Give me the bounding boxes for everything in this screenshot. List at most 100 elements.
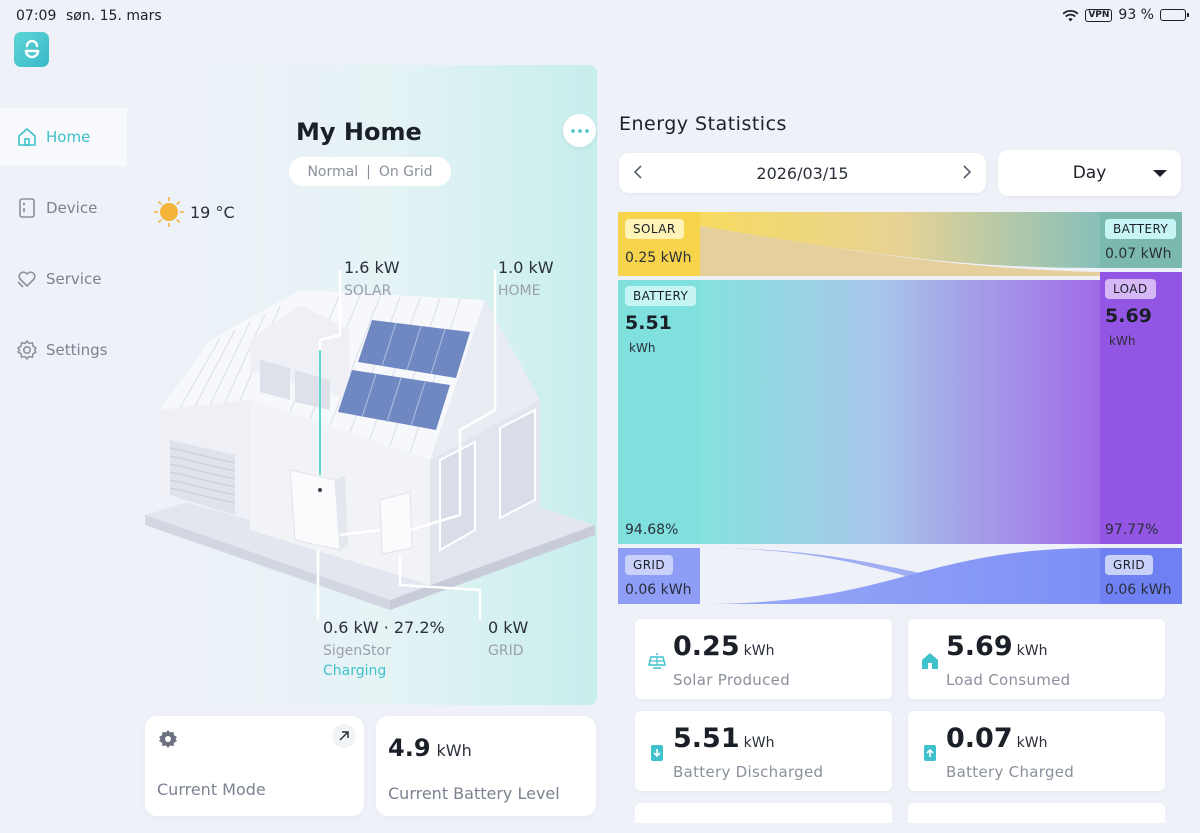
- sankey-flow-battery-load: [700, 280, 1100, 544]
- house-icon: [922, 653, 938, 669]
- grid-dst-value: 0.06 kWh: [1105, 582, 1171, 598]
- stat-unit: kWh: [1016, 643, 1048, 659]
- more-icon: [570, 128, 589, 133]
- solar-node-number: 0.25: [625, 250, 657, 266]
- more-options-button[interactable]: [563, 114, 596, 147]
- battery-charge-icon: [924, 745, 936, 761]
- battery-dst-number: 0.07: [1105, 246, 1137, 262]
- selected-date[interactable]: 2026/03/15: [756, 164, 848, 183]
- period-select[interactable]: Day: [998, 150, 1181, 196]
- grid-src-number: 0.06: [625, 582, 657, 598]
- sidebar-item-service[interactable]: Service: [0, 250, 127, 308]
- battery-icon: [1160, 9, 1189, 21]
- mode-chip: Normal | On Grid: [289, 157, 451, 186]
- sidebar-item-home[interactable]: Home: [0, 108, 127, 166]
- stat-label: Battery Discharged: [673, 763, 824, 781]
- stat-card-solar[interactable]: 0.25 kWh Solar Produced: [635, 619, 892, 699]
- mode-label: Normal: [307, 163, 359, 180]
- battery-src-label: BATTERY: [625, 286, 697, 306]
- grid-src-unit: kWh: [660, 582, 692, 598]
- stat-unit: kWh: [743, 643, 775, 659]
- solar-panel-icon: [648, 653, 666, 669]
- grid-power-value: 0 kW: [488, 618, 529, 637]
- vpn-badge: VPN: [1085, 8, 1113, 22]
- open-mode-button[interactable]: [332, 724, 356, 748]
- solar-node-label: SOLAR: [625, 219, 684, 239]
- solar-node-unit: kWh: [660, 250, 692, 266]
- grid-dst-number: 0.06: [1105, 582, 1137, 598]
- clock: 07:09: [16, 8, 57, 24]
- sidebar-item-settings[interactable]: Settings: [0, 321, 127, 379]
- stat-value: 5.69: [946, 631, 1013, 662]
- load-percent: 97.77%: [1105, 522, 1159, 538]
- stat-label: Solar Produced: [673, 671, 791, 689]
- battery-level-label: Current Battery Level: [388, 784, 560, 803]
- home-icon: [18, 128, 36, 146]
- stat-unit: kWh: [1016, 735, 1048, 751]
- weather: 19 °C: [152, 195, 235, 229]
- battery-percent: 93 %: [1118, 7, 1154, 23]
- stat-card-partial: [635, 803, 892, 823]
- status-bar: 07:09 søn. 15. mars VPN 93 %: [0, 0, 1200, 32]
- gear-icon: [159, 730, 177, 748]
- battery-level-value: 4.9: [388, 734, 431, 762]
- mode-separator: |: [366, 163, 371, 180]
- status-icons: VPN 93 %: [1062, 7, 1189, 23]
- chevron-left-icon: [633, 164, 642, 179]
- stat-value: 5.51: [673, 723, 740, 754]
- wifi-icon: [1062, 9, 1079, 21]
- stat-card-battery-charged[interactable]: 0.07 kWh Battery Charged: [908, 711, 1165, 791]
- temperature-label: 19 °C: [190, 202, 235, 222]
- sidebar: Home Device Service Settings: [0, 108, 127, 392]
- battery-src-percent: 94.68%: [625, 522, 679, 538]
- stat-value: 0.25: [673, 631, 740, 662]
- storage-status: Charging: [323, 663, 387, 679]
- solar-power-value: 1.6 kW: [344, 258, 400, 277]
- grid-src-label: GRID: [625, 555, 674, 575]
- solar-node-value: 0.25 kWh: [625, 250, 691, 266]
- app-logo[interactable]: [14, 32, 49, 67]
- stat-label: Battery Charged: [946, 763, 1075, 781]
- gear-icon: [17, 340, 37, 360]
- storage-power-value: 0.6 kW · 27.2%: [323, 618, 445, 637]
- stat-label: Load Consumed: [946, 671, 1071, 689]
- next-date-button[interactable]: [962, 163, 972, 184]
- grid-status-label: On Grid: [378, 163, 433, 180]
- solar-metric: 1.6 kW SOLAR: [344, 258, 400, 299]
- page-title: My Home: [296, 118, 422, 146]
- grid-dst-label: GRID: [1105, 555, 1154, 575]
- chevron-down-icon: [1153, 170, 1167, 177]
- sidebar-item-device[interactable]: Device: [0, 179, 127, 237]
- grid-metric: 0 kW GRID: [488, 618, 528, 659]
- battery-level-unit: kWh: [436, 741, 472, 760]
- date-label: søn. 15. mars: [66, 8, 162, 24]
- chevron-right-icon: [963, 164, 972, 179]
- battery-discharge-icon: [651, 745, 663, 761]
- load-value: 5.69: [1105, 305, 1152, 327]
- stat-value-wrap: 5.51 kWh: [673, 723, 774, 754]
- grid-src-value: 0.06 kWh: [625, 582, 691, 598]
- storage-label: SigenStor: [323, 643, 391, 659]
- current-mode-card[interactable]: Current Mode: [145, 716, 364, 816]
- sidebar-item-label: Device: [46, 199, 98, 217]
- service-icon: [17, 271, 36, 288]
- load-unit: kWh: [1109, 334, 1136, 348]
- prev-date-button[interactable]: [633, 163, 643, 184]
- load-label: LOAD: [1105, 279, 1156, 299]
- current-mode-label: Current Mode: [157, 780, 266, 799]
- solar-power-label: SOLAR: [344, 283, 392, 299]
- energy-statistics-title: Energy Statistics: [619, 113, 787, 135]
- battery-level-value-wrap: 4.9 kWh: [388, 734, 472, 762]
- stat-value-wrap: 0.07 kWh: [946, 723, 1047, 754]
- battery-level-card[interactable]: 4.9 kWh Current Battery Level: [376, 716, 596, 816]
- home-power-label: HOME: [498, 283, 541, 299]
- battery-dst-value: 0.07 kWh: [1105, 246, 1171, 262]
- grid-dst-unit: kWh: [1140, 582, 1172, 598]
- stat-value-wrap: 5.69 kWh: [946, 631, 1047, 662]
- stat-unit: kWh: [743, 735, 775, 751]
- stat-card-battery-discharged[interactable]: 5.51 kWh Battery Discharged: [635, 711, 892, 791]
- stat-card-partial: [908, 803, 1165, 823]
- home-metric: 1.0 kW HOME: [498, 258, 554, 299]
- stat-card-load[interactable]: 5.69 kWh Load Consumed: [908, 619, 1165, 699]
- battery-dst-unit: kWh: [1140, 246, 1172, 262]
